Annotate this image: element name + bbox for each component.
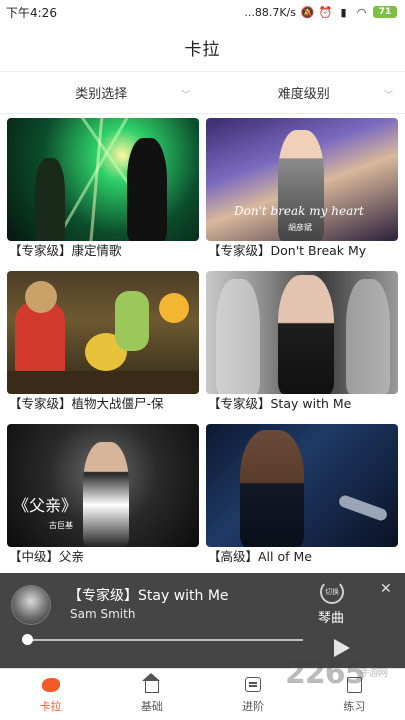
song-title: 【专家级】植物大战僵尸-保 [9,396,164,411]
category-filter[interactable]: 类别选择 ﹀ [0,72,203,113]
home-icon [141,673,162,694]
song-card[interactable]: Don't break my heart 胡彦斌 【专家级】Don't Brea… [206,118,398,261]
network-speed: ...88.7K/s [244,5,296,19]
song-card[interactable]: 【专家级】Stay with Me [206,271,398,414]
list-icon [243,676,263,694]
status-bar: 下午4:26 ...88.7K/s 🔕 ⏰ ▮ ◠ 71 [0,0,405,24]
page-title: 卡拉 [184,40,221,60]
chevron-down-icon: ﹀ [383,91,393,101]
watermark-text: 2265 [285,656,365,691]
player-artist: Sam Smith [70,607,136,621]
song-thumbnail [7,118,199,241]
watermark-subtext: 手游网 [360,668,388,679]
status-time: 下午4:26 [6,5,57,20]
play-icon[interactable] [334,639,350,657]
instrument-mode[interactable]: 琴曲 [318,607,344,626]
watermark-logo: 2265 手游网 [285,656,405,696]
wifi-icon: ◠ [356,5,367,19]
karaoke-icon [41,676,61,694]
song-grid: 【专家级】康定情歌 Don't break my heart 胡彦斌 【专家级】… [0,114,405,567]
player-song-title: 【专家级】Stay with Me [68,588,229,604]
tab-basic[interactable]: 基础 [101,669,202,720]
difficulty-filter-label: 难度级别 [277,87,330,102]
thumbnail-overlay-text: 《父亲》 [13,496,78,515]
switch-label: 切换 [325,588,339,596]
song-card[interactable]: 《父亲》 古巨基 【中级】父亲 [7,424,199,567]
song-title: 【中级】父亲 [9,549,85,564]
thumbnail-overlay-subtext: 古巨基 [49,521,73,530]
progress-handle[interactable] [22,634,33,645]
switch-icon: 切换 [320,580,344,604]
thumbnail-overlay-subtext: 胡彦斌 [288,223,312,232]
song-title: 【高级】All of Me [208,549,312,564]
tab-advanced-label: 进阶 [242,699,265,713]
song-title: 【专家级】Don't Break My [208,243,367,258]
song-card[interactable]: 【高级】All of Me [206,424,398,567]
close-icon[interactable]: ✕ [380,581,392,597]
song-card[interactable]: 【专家级】植物大战僵尸-保 [7,271,199,414]
song-thumbnail [7,271,199,394]
alarm-icon: ⏰ [318,5,333,19]
battery-icon: 71 [373,6,397,18]
song-thumbnail [206,271,398,394]
mute-icon: 🔕 [300,5,315,19]
filter-bar: 类别选择 ﹀ 难度级别 ﹀ [0,72,405,114]
switch-button[interactable]: 切换 [316,578,348,606]
song-thumbnail [206,424,398,547]
song-thumbnail: 《父亲》 古巨基 [7,424,199,547]
song-card[interactable]: 【专家级】康定情歌 [7,118,199,261]
album-cover[interactable] [11,585,51,625]
thumbnail-overlay-text: Don't break my heart [234,204,364,218]
tab-karaoke-label: 卡拉 [39,699,62,713]
mini-player: 【专家级】Stay with Me Sam Smith 切换 琴曲 ✕ [0,573,405,668]
tab-basic-label: 基础 [140,699,163,713]
progress-bar[interactable] [22,639,303,641]
song-title: 【专家级】康定情歌 [9,243,122,258]
title-bar: 卡拉 [0,24,405,72]
status-indicators: ...88.7K/s 🔕 ⏰ ▮ ◠ 71 [244,6,397,19]
tab-karaoke[interactable]: 卡拉 [0,669,101,720]
song-title: 【专家级】Stay with Me [208,396,352,411]
category-filter-label: 类别选择 [75,87,128,102]
song-thumbnail: Don't break my heart 胡彦斌 [206,118,398,241]
chevron-down-icon: ﹀ [181,91,191,101]
difficulty-filter[interactable]: 难度级别 ﹀ [203,72,405,113]
signal-icon: ▮ [340,5,347,19]
tab-practice-label: 练习 [343,699,366,713]
